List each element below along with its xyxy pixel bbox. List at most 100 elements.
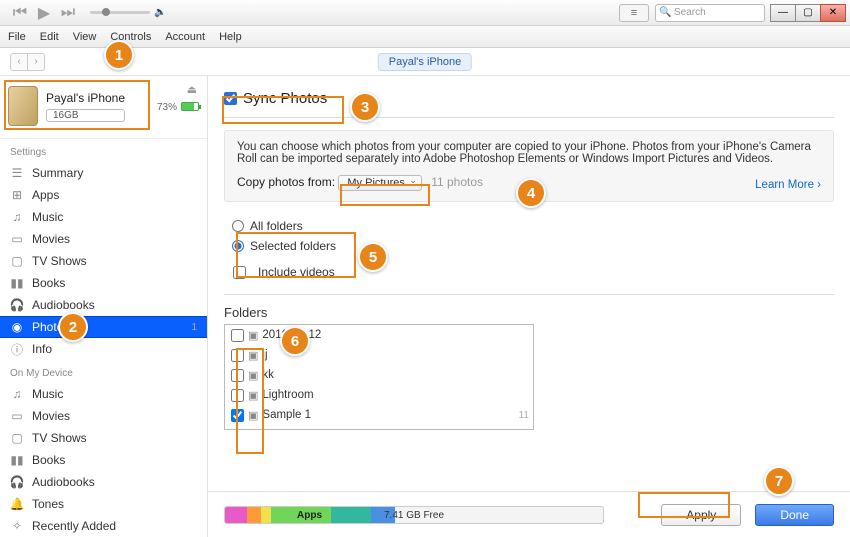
storage-segment (247, 507, 261, 523)
menu-edit[interactable]: Edit (40, 31, 59, 43)
search-icon: 🔍 (659, 7, 671, 18)
prev-track-button[interactable]: ⏮ (10, 4, 30, 22)
selected-folders-radio[interactable] (232, 240, 244, 252)
sidebar-icon: ♫ (10, 210, 24, 224)
sidebar-count: 1 (191, 322, 197, 333)
device-item-books[interactable]: ▮▮Books (0, 449, 207, 471)
photo-count: 11 photos (431, 175, 483, 189)
battery-icon (181, 102, 199, 111)
folders-header: Folders (224, 305, 834, 320)
folder-name: kk (262, 369, 274, 381)
list-view-button[interactable]: ≡ (619, 4, 649, 22)
device-item-movies[interactable]: ▭Movies (0, 405, 207, 427)
folder-row[interactable]: ▣ kk (225, 365, 533, 385)
sidebar-item-label: Info (32, 342, 52, 356)
sidebar-icon: ✧ (10, 519, 24, 533)
battery-percent: 73% (157, 102, 177, 113)
sidebar-header-settings: Settings (0, 139, 207, 162)
device-item-audiobooks[interactable]: 🎧Audiobooks (0, 471, 207, 493)
folder-row[interactable]: ▣ jj (225, 345, 533, 365)
volume-slider[interactable]: 🔈 (90, 7, 166, 18)
device-item-tv-shows[interactable]: ▢TV Shows (0, 427, 207, 449)
folder-checkbox[interactable] (231, 329, 244, 342)
window-close-button[interactable]: ✕ (820, 4, 846, 22)
next-track-button[interactable]: ⏭ (58, 4, 78, 22)
search-input[interactable]: 🔍 Search (655, 4, 765, 22)
sidebar-item-photos[interactable]: ◉Photos1 (0, 316, 207, 338)
back-button[interactable]: ‹ (10, 53, 28, 71)
sidebar-item-label: Books (32, 276, 65, 290)
annotation-badge-3: 3 (350, 92, 380, 122)
sidebar-item-books[interactable]: ▮▮ Books (0, 272, 207, 294)
sidebar-icon: ⓘ (10, 341, 24, 358)
storage-apps-label: Apps (297, 507, 322, 524)
all-folders-label: All folders (250, 219, 303, 233)
sync-photos-title: Sync Photos (243, 90, 327, 107)
volume-icon: 🔈 (154, 7, 166, 18)
bottom-bar: Apps 7.41 GB Free Apply Done (208, 491, 850, 537)
device-card[interactable]: Payal's iPhone 16GB ⏏ 73% (0, 76, 207, 139)
window-maximize-button[interactable]: ▢ (795, 4, 821, 22)
folder-icon: ▣ (248, 389, 258, 402)
folder-name: Lightroom (262, 389, 313, 401)
folder-checkbox[interactable] (231, 349, 244, 362)
apply-button[interactable]: Apply (661, 504, 741, 526)
sync-photos-checkbox[interactable] (224, 92, 237, 105)
sidebar-item-music[interactable]: ♫Music (0, 206, 207, 228)
sidebar: Payal's iPhone 16GB ⏏ 73% Settings ☰ Summ… (0, 76, 208, 537)
sidebar-item-apps[interactable]: ⊞Apps (0, 184, 207, 206)
copy-from-label: Copy photos from: (237, 175, 335, 189)
window-minimize-button[interactable]: — (770, 4, 796, 22)
storage-segment (261, 507, 271, 523)
play-button[interactable]: ▶ (34, 4, 54, 22)
folder-row[interactable]: ▣ Lightroom (225, 385, 533, 405)
sidebar-item-label: Music (32, 387, 63, 401)
folder-checkbox[interactable] (231, 369, 244, 382)
annotation-badge-7: 7 (764, 466, 794, 496)
sidebar-icon: ☰ (10, 166, 24, 180)
menu-account[interactable]: Account (165, 31, 205, 43)
annotation-badge-4: 4 (516, 178, 546, 208)
eject-icon[interactable]: ⏏ (187, 83, 197, 96)
forward-button[interactable]: › (27, 53, 45, 71)
learn-more-link[interactable]: Learn More › (755, 179, 821, 191)
sidebar-icon: 🔔 (10, 497, 24, 511)
include-videos-checkbox[interactable] (233, 266, 246, 279)
sidebar-item-tv-shows[interactable]: ▢TV Shows (0, 250, 207, 272)
folder-name: Sample 1 (262, 409, 311, 421)
device-item-recently-added[interactable]: ✧Recently Added (0, 515, 207, 537)
device-item-tones[interactable]: 🔔Tones (0, 493, 207, 515)
folder-count: 11 (519, 410, 529, 421)
sidebar-item-movies[interactable]: ▭Movies (0, 228, 207, 250)
folder-name: jj (262, 349, 267, 361)
sidebar-item-label: Audiobooks (32, 298, 95, 312)
menu-help[interactable]: Help (219, 31, 242, 43)
sidebar-item-label: Summary (32, 166, 83, 180)
annotation-badge-2: 2 (58, 312, 88, 342)
photo-source-select[interactable]: My Pictures (338, 175, 421, 191)
sidebar-item-info[interactable]: ⓘ Info (0, 338, 207, 360)
folder-checkbox[interactable] (231, 389, 244, 402)
sidebar-icon: ▮▮ (10, 453, 24, 467)
folder-row[interactable]: ▣ Sample 1 11 (225, 405, 533, 425)
sidebar-icon: ▭ (10, 409, 24, 423)
sidebar-item-summary[interactable]: ☰ Summary (0, 162, 207, 184)
folder-checkbox[interactable] (231, 409, 244, 422)
sidebar-item-audiobooks[interactable]: 🎧Audiobooks (0, 294, 207, 316)
folder-row[interactable]: ▣ 2016-07-12 (225, 325, 533, 345)
annotation-badge-1: 1 (104, 40, 134, 70)
sidebar-icon: ▭ (10, 232, 24, 246)
storage-bar: Apps 7.41 GB Free (224, 506, 604, 524)
folder-icon: ▣ (248, 409, 258, 422)
menu-file[interactable]: File (8, 31, 26, 43)
folders-list[interactable]: ▣ 2016-07-12 ▣ jj ▣ kk ▣ Lightroom ▣ Sam… (224, 324, 534, 430)
folder-icon: ▣ (248, 369, 258, 382)
menu-view[interactable]: View (73, 31, 97, 43)
done-button[interactable]: Done (755, 504, 834, 526)
all-folders-radio[interactable] (232, 220, 244, 232)
device-item-music[interactable]: ♫ Music (0, 383, 207, 405)
device-chip[interactable]: Payal's iPhone (378, 53, 472, 71)
sidebar-icon: ♫ (10, 387, 24, 401)
include-videos-label: Include videos (258, 265, 335, 279)
sidebar-icon: ▮▮ (10, 276, 24, 290)
